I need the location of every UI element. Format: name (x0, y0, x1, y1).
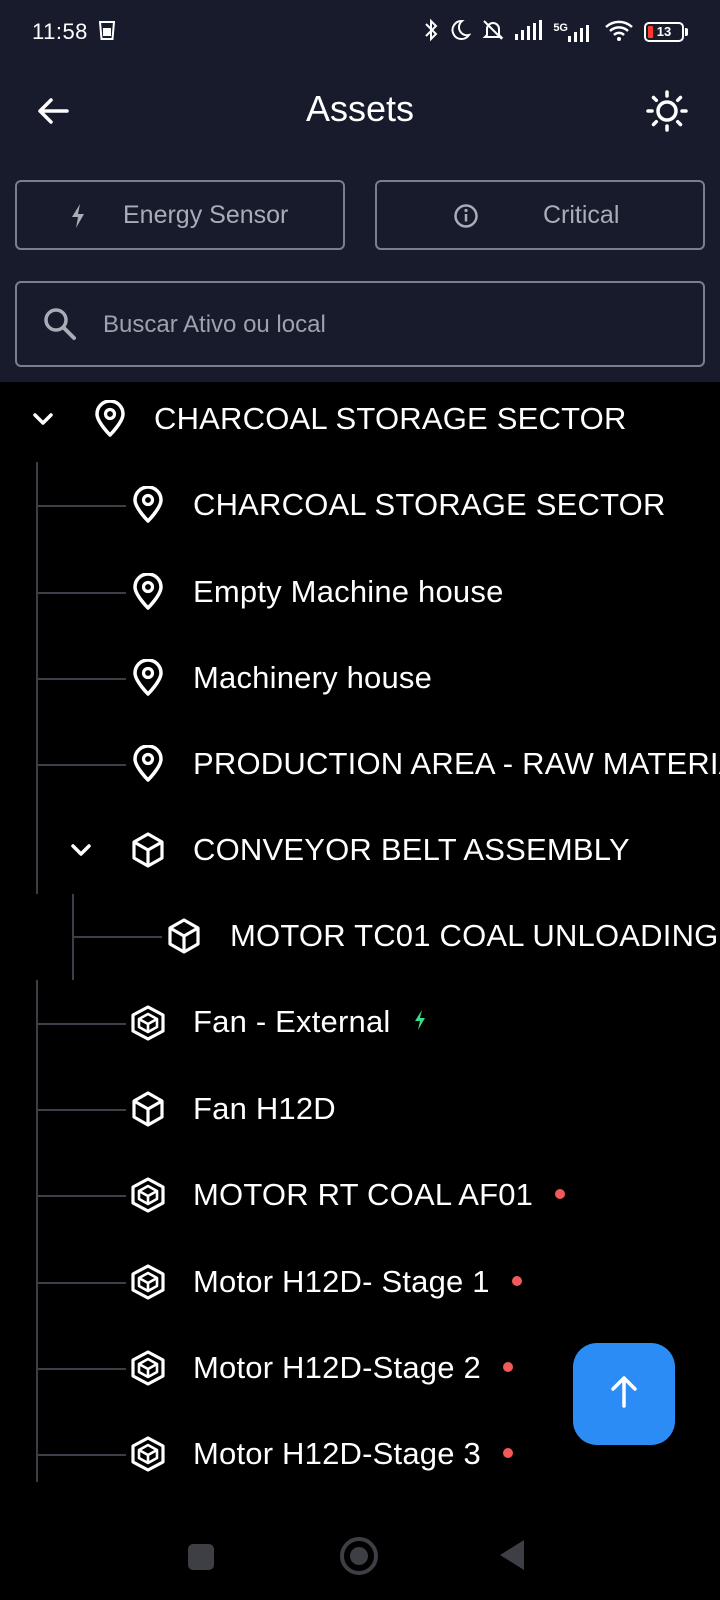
search-icon (41, 305, 79, 343)
tree-item-component[interactable]: Motor H12D- Stage 1 (0, 1242, 720, 1322)
bluetooth-icon (423, 18, 439, 47)
critical-status-dot (502, 1447, 513, 1458)
battery-icon: 13 (644, 22, 688, 42)
component-icon (128, 1262, 168, 1302)
network-type: 5G (553, 22, 568, 34)
location-pin-icon (128, 485, 168, 525)
tree-item-asset[interactable]: CONVEYOR BELT ASSEMBLY (0, 810, 720, 890)
tree-item-label: Fan - External (193, 1004, 391, 1040)
bell-off-icon (481, 18, 505, 47)
signal-icon (515, 19, 543, 45)
tree-item-label: CHARCOAL STORAGE SECTOR (193, 487, 666, 522)
page-title: Assets (305, 88, 415, 129)
status-bar: 11:58 5G 13 (0, 0, 720, 64)
tree-item-label-wrap: Motor H12D-Stage 3 (193, 1436, 513, 1472)
tree-item-label: Empty Machine house (193, 574, 504, 609)
tree-item-label-wrap: Fan - External (193, 1004, 427, 1042)
tree-item-label: MOTOR TC01 COAL UNLOADING AF02 (230, 918, 720, 953)
tree-item-component[interactable]: Fan - External (0, 983, 720, 1063)
signal-5g-icon: 5G (553, 22, 594, 42)
tree-item-label: Motor H12D-Stage 3 (193, 1436, 481, 1471)
location-pin-icon (90, 399, 130, 439)
tree-item-label: Motor H12D- Stage 1 (193, 1264, 490, 1299)
energy-sensor-filter-button[interactable]: Energy Sensor (15, 180, 345, 250)
sun-icon (645, 89, 689, 138)
energy-sensor-filter-label: Energy Sensor (123, 200, 289, 229)
header: Assets Energy Sensor Critical Buscar Ati… (0, 64, 720, 382)
component-icon (128, 1434, 168, 1474)
cube-icon (128, 1089, 168, 1129)
critical-status-dot (502, 1361, 513, 1372)
tree-item-label: Fan H12D (193, 1091, 336, 1126)
home-button[interactable] (340, 1537, 378, 1575)
component-icon (128, 1003, 168, 1043)
location-pin-icon (128, 658, 168, 698)
tree-item-location[interactable]: PRODUCTION AREA - RAW MATERIAL (0, 724, 720, 804)
tree-item-label-wrap: Motor H12D-Stage 2 (193, 1350, 513, 1386)
tree-item-component[interactable]: MOTOR RT COAL AF01 (0, 1155, 720, 1235)
status-time: 11:58 (32, 19, 88, 44)
tree-item-label: MOTOR RT COAL AF01 (193, 1177, 534, 1212)
tree-item-label: Motor H12D-Stage 2 (193, 1350, 481, 1385)
tree-item-label-wrap: Motor H12D- Stage 1 (193, 1264, 522, 1300)
tree-root-row[interactable]: CHARCOAL STORAGE SECTOR (0, 382, 720, 459)
chevron-down-icon[interactable] (66, 835, 96, 865)
tree-item-asset[interactable]: Fan H12D (0, 1069, 720, 1149)
battery-level: 13 (656, 24, 672, 39)
search-input[interactable] (103, 303, 663, 347)
tree-item-label: CONVEYOR BELT ASSEMBLY (193, 832, 630, 867)
tree-item-location[interactable]: Empty Machine house (0, 552, 720, 632)
system-back-button[interactable] (500, 1540, 524, 1570)
trash-icon (98, 19, 116, 46)
tree-item-asset[interactable]: MOTOR TC01 COAL UNLOADING AF02 (0, 896, 720, 976)
info-circle-icon (453, 203, 479, 229)
component-icon (128, 1348, 168, 1388)
search-field[interactable] (15, 281, 705, 367)
bolt-icon (65, 203, 91, 229)
component-icon (128, 1175, 168, 1215)
location-pin-icon (128, 744, 168, 784)
recents-button[interactable] (188, 1544, 214, 1570)
filter-bar: Energy Sensor Critical (15, 180, 705, 250)
wifi-icon (604, 19, 634, 46)
tree-item-label: PRODUCTION AREA - RAW MATERIAL (193, 746, 720, 781)
theme-toggle-button[interactable] (642, 88, 692, 138)
chevron-down-icon[interactable] (28, 404, 58, 434)
tree-item-label-wrap: MOTOR RT COAL AF01 (193, 1177, 566, 1213)
tree-item-location[interactable]: Machinery house (0, 638, 720, 718)
critical-filter-button[interactable]: Critical (375, 180, 705, 250)
energy-bolt-icon (413, 1003, 427, 1039)
critical-status-dot (555, 1188, 566, 1199)
app-bar: Assets (0, 64, 720, 162)
arrow-up-icon (608, 1375, 640, 1414)
location-pin-icon (128, 572, 168, 612)
moon-icon (449, 19, 472, 46)
critical-filter-label: Critical (543, 200, 620, 229)
tree-item-location[interactable]: CHARCOAL STORAGE SECTOR (0, 465, 720, 545)
cube-icon (164, 916, 204, 956)
scroll-to-top-button[interactable] (573, 1343, 675, 1445)
critical-status-dot (511, 1275, 522, 1286)
tree-item-label: Machinery house (193, 660, 433, 695)
tree-item-label: CHARCOAL STORAGE SECTOR (154, 401, 627, 436)
cube-icon (128, 830, 168, 870)
